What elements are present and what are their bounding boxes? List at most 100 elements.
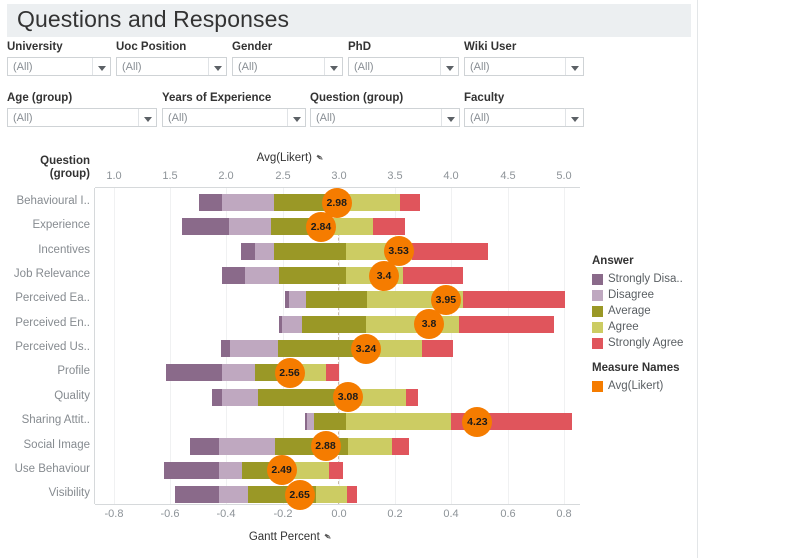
bar-segment-strongly-disagree[interactable]: [164, 461, 219, 479]
bar-segment-disagree[interactable]: [282, 315, 302, 333]
bar-segment-average[interactable]: [302, 315, 366, 333]
bar-segment-strongly-agree[interactable]: [373, 218, 405, 236]
bar-segment-strongly-disagree[interactable]: [175, 486, 219, 504]
row-label[interactable]: Visibility: [4, 486, 90, 500]
legend-item[interactable]: Average: [592, 303, 692, 319]
filter-dropdown[interactable]: (All): [464, 108, 584, 127]
bar-segment-strongly-agree[interactable]: [329, 461, 343, 479]
avg-likert-marker[interactable]: 4.23: [462, 406, 493, 437]
avg-likert-marker[interactable]: 3.8: [414, 309, 444, 340]
row-label[interactable]: Profile: [4, 364, 90, 378]
filter-dropdown[interactable]: (All): [116, 57, 227, 76]
filter-dropdown[interactable]: (All): [464, 57, 584, 76]
bar-segment-strongly-agree[interactable]: [400, 194, 420, 211]
legend-item[interactable]: Agree: [592, 319, 692, 335]
filter-dropdown[interactable]: (All): [7, 57, 111, 76]
bar-segment-disagree[interactable]: [245, 267, 279, 285]
legend-item[interactable]: Strongly Disa..: [592, 271, 692, 287]
avg-likert-marker[interactable]: 3.4: [369, 260, 399, 291]
bar-segment-disagree[interactable]: [219, 437, 275, 455]
bar-segment-strongly-agree[interactable]: [403, 267, 463, 285]
bar-segment-average[interactable]: [274, 242, 346, 260]
avg-likert-marker[interactable]: 3.08: [333, 382, 363, 413]
bar-segment-disagree[interactable]: [219, 461, 242, 479]
bar-segment-agree[interactable]: [348, 437, 392, 455]
bar-segment-disagree[interactable]: [229, 218, 271, 236]
bar-segment-strongly-agree[interactable]: [347, 486, 357, 504]
avg-likert-marker[interactable]: 2.65: [284, 479, 315, 510]
filter-dropdown[interactable]: (All): [162, 108, 306, 127]
bar-segment-disagree[interactable]: [222, 194, 274, 211]
table-row[interactable]: [305, 413, 572, 431]
legend-item[interactable]: Strongly Agree: [592, 335, 692, 351]
row-label[interactable]: Perceived En..: [4, 316, 90, 330]
bar-segment-agree[interactable]: [316, 486, 347, 504]
bar-segment-disagree[interactable]: [222, 364, 255, 382]
chevron-down-icon[interactable]: [440, 58, 458, 75]
row-label[interactable]: Experience: [4, 218, 90, 232]
bar-segment-strongly-disagree[interactable]: [222, 267, 245, 285]
bar-segment-disagree[interactable]: [307, 413, 314, 431]
chevron-down-icon[interactable]: [565, 109, 583, 126]
bar-segment-agree[interactable]: [346, 413, 451, 431]
table-row[interactable]: [166, 364, 339, 382]
filter-dropdown[interactable]: (All): [310, 108, 460, 127]
bar-segment-strongly-agree[interactable]: [412, 242, 488, 260]
bar-segment-strongly-agree[interactable]: [422, 340, 453, 358]
bar-segment-disagree[interactable]: [289, 291, 306, 309]
avg-likert-marker[interactable]: 2.88: [310, 431, 341, 461]
avg-likert-marker[interactable]: 2.84: [306, 211, 336, 242]
bar-segment-average[interactable]: [306, 291, 367, 309]
bar-segment-disagree[interactable]: [222, 388, 258, 406]
bar-segment-strongly-disagree[interactable]: [166, 364, 222, 382]
bar-segment-average[interactable]: [279, 267, 346, 285]
bar-segment-disagree[interactable]: [219, 486, 248, 504]
filter-dropdown[interactable]: (All): [7, 108, 157, 127]
bar-segment-agree[interactable]: [292, 461, 329, 479]
row-label[interactable]: Quality: [4, 389, 90, 403]
table-row[interactable]: [212, 388, 418, 406]
legend-item[interactable]: Avg(Likert): [592, 378, 692, 394]
avg-likert-marker[interactable]: 2.56: [274, 357, 305, 388]
bar-segment-average[interactable]: [278, 340, 356, 358]
chevron-down-icon[interactable]: [92, 58, 110, 75]
bar-segment-average[interactable]: [271, 218, 310, 236]
bar-segment-average[interactable]: [314, 413, 346, 431]
table-row[interactable]: [182, 218, 405, 236]
bar-segment-disagree[interactable]: [230, 340, 278, 358]
table-row[interactable]: [164, 461, 343, 479]
table-row[interactable]: [221, 340, 453, 358]
bar-segment-strongly-disagree[interactable]: [190, 437, 219, 455]
chevron-down-icon[interactable]: [565, 58, 583, 75]
row-label[interactable]: Behavioural I..: [4, 194, 90, 208]
bar-segment-strongly-disagree[interactable]: [212, 388, 222, 406]
bar-segment-strongly-disagree[interactable]: [199, 194, 222, 211]
bar-segment-agree[interactable]: [366, 315, 459, 333]
table-row[interactable]: [222, 267, 463, 285]
table-row[interactable]: [199, 194, 420, 211]
table-row[interactable]: [241, 242, 488, 260]
bar-segment-disagree[interactable]: [255, 242, 274, 260]
bar-segment-agree[interactable]: [346, 194, 400, 211]
filter-dropdown[interactable]: (All): [348, 57, 459, 76]
chevron-down-icon[interactable]: [324, 58, 342, 75]
bar-segment-strongly-agree[interactable]: [392, 437, 409, 455]
chevron-down-icon[interactable]: [138, 109, 156, 126]
row-label[interactable]: Incentives: [4, 243, 90, 257]
row-label[interactable]: Job Relevance: [4, 267, 90, 281]
bar-segment-strongly-agree[interactable]: [463, 291, 565, 309]
table-row[interactable]: [190, 437, 409, 455]
bar-segment-strongly-disagree[interactable]: [241, 242, 255, 260]
bar-segment-strongly-disagree[interactable]: [221, 340, 230, 358]
legend-item[interactable]: Disagree: [592, 287, 692, 303]
row-label[interactable]: Sharing Attit..: [4, 413, 90, 427]
bar-segment-strongly-agree[interactable]: [326, 364, 339, 382]
table-row[interactable]: [285, 291, 565, 309]
bar-segment-strongly-disagree[interactable]: [182, 218, 229, 236]
row-label[interactable]: Perceived Ea..: [4, 291, 90, 305]
bar-segment-strongly-agree[interactable]: [406, 388, 418, 406]
chevron-down-icon[interactable]: [287, 109, 305, 126]
bar-segment-average[interactable]: [258, 388, 335, 406]
bar-segment-strongly-agree[interactable]: [459, 315, 554, 333]
avg-likert-marker[interactable]: 3.24: [351, 333, 381, 364]
